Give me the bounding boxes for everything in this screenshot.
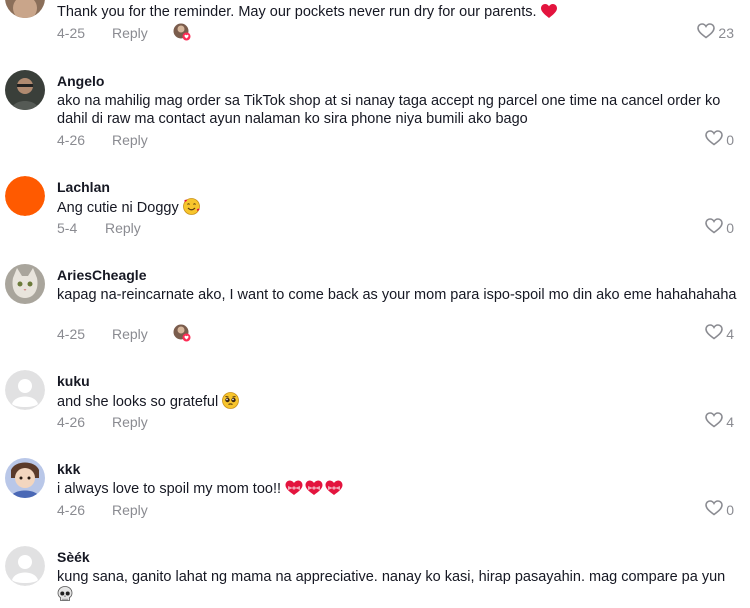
- creator-liked-icon: [173, 23, 191, 41]
- comment-username[interactable]: kkk: [57, 460, 740, 478]
- reply-button[interactable]: Reply: [112, 130, 148, 150]
- heart-outline-icon: [705, 411, 724, 433]
- comment-text: and she looks so grateful: [57, 392, 740, 414]
- avatar[interactable]: [5, 70, 45, 110]
- comment-username[interactable]: AriesCheagle: [57, 266, 740, 284]
- comment-text: ako na mahilig mag order sa TikTok shop …: [57, 93, 721, 127]
- comment-text: i always love to spoil my mom too!!: [57, 480, 740, 501]
- avatar[interactable]: [5, 458, 45, 498]
- heart-with-ribbon-icon: [305, 480, 323, 501]
- comment-text: Ang cutie ni Doggy: [57, 198, 740, 220]
- avatar[interactable]: [5, 370, 45, 410]
- like-count: 0: [726, 502, 734, 518]
- red-heart-icon: [540, 4, 557, 24]
- creator-liked-icon: [173, 324, 191, 342]
- comment-date: 4-25: [57, 326, 86, 342]
- comment-date: 5-4: [57, 220, 78, 236]
- comment-text: kung sana, ganito lahat ng mama na appre…: [57, 568, 740, 608]
- smiling-face-with-hearts-icon: [182, 198, 200, 220]
- reply-button[interactable]: Reply: [105, 218, 141, 238]
- like-button[interactable]: 4: [705, 411, 734, 433]
- like-button[interactable]: 23: [697, 22, 734, 44]
- skull-icon: [57, 586, 73, 608]
- heart-outline-icon: [705, 217, 724, 239]
- comment-date: 4-25: [57, 25, 86, 41]
- avatar[interactable]: [5, 0, 45, 18]
- heart-outline-icon: [705, 129, 724, 151]
- comment-text: kapag na-reincarnate ako, I want to come…: [57, 287, 737, 303]
- like-count: 4: [726, 326, 734, 342]
- like-count: 0: [726, 132, 734, 148]
- comment-date: 4-26: [57, 502, 86, 518]
- like-count: 23: [718, 25, 734, 41]
- comment-username[interactable]: Angelo: [57, 72, 740, 90]
- heart-outline-icon: [705, 323, 724, 345]
- avatar[interactable]: [5, 546, 45, 586]
- comment-date: 4-26: [57, 414, 86, 430]
- pleading-face-icon: [222, 392, 240, 414]
- heart-outline-icon: [697, 22, 716, 44]
- like-button[interactable]: 4: [705, 323, 734, 345]
- comment-username[interactable]: Lachlan: [57, 178, 740, 196]
- like-button[interactable]: 0: [705, 499, 734, 521]
- reply-button[interactable]: Reply: [112, 324, 148, 344]
- avatar[interactable]: [5, 176, 45, 216]
- like-button[interactable]: 0: [705, 217, 734, 239]
- heart-outline-icon: [705, 499, 724, 521]
- avatar[interactable]: [5, 264, 45, 304]
- comment-text: Thank you for the reminder. May our pock…: [57, 3, 740, 24]
- heart-with-ribbon-icon: [325, 480, 343, 501]
- comment-username[interactable]: kuku: [57, 372, 740, 390]
- reply-button[interactable]: Reply: [112, 500, 148, 520]
- reply-button[interactable]: Reply: [112, 412, 148, 432]
- like-count: 4: [726, 414, 734, 430]
- comment-date: 4-26: [57, 132, 86, 148]
- comment-username[interactable]: Sèék: [57, 548, 740, 566]
- like-button[interactable]: 0: [705, 129, 734, 151]
- reply-button[interactable]: Reply: [112, 23, 148, 43]
- like-count: 0: [726, 220, 734, 236]
- heart-with-ribbon-icon: [285, 480, 303, 501]
